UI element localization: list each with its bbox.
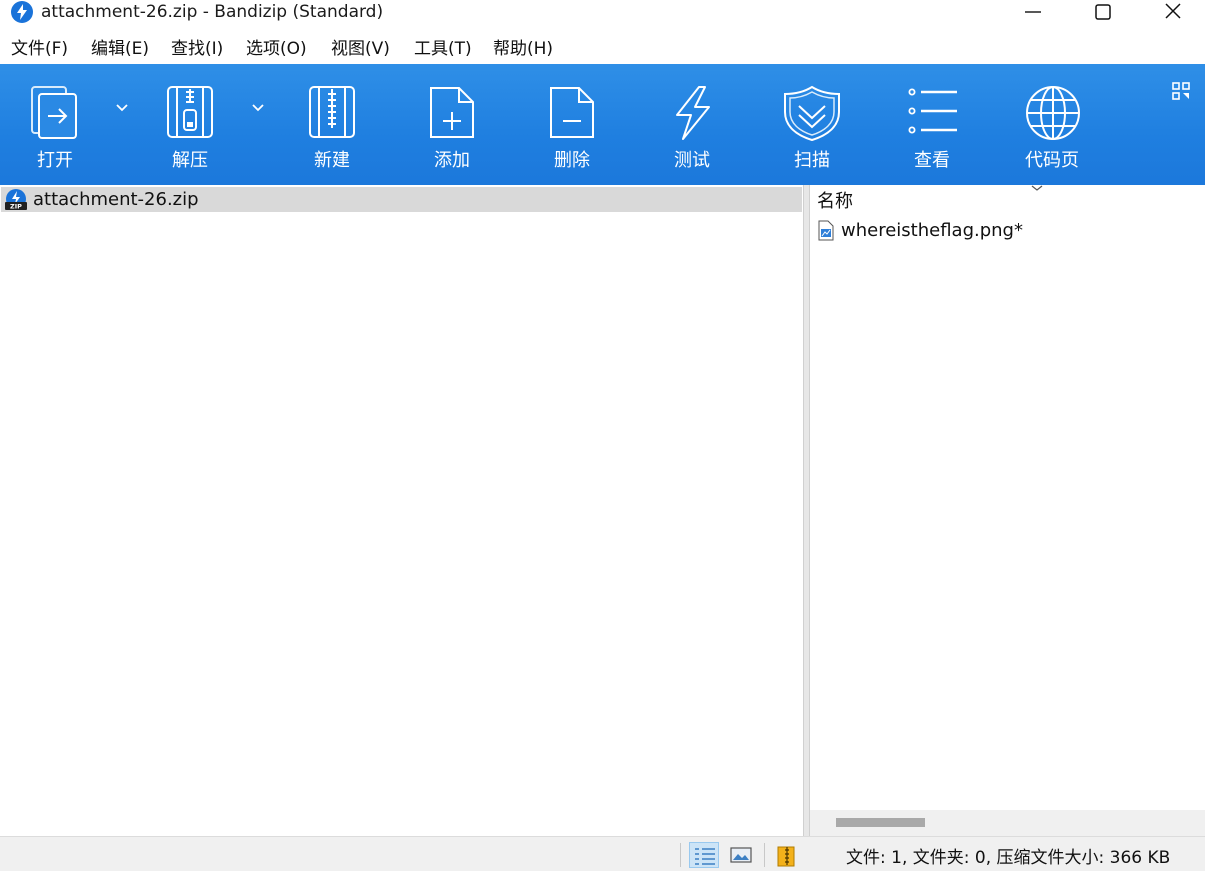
toolbar: 打开 解压 新建 添加 删除 测试 扫描 查看 代码页: [0, 64, 1205, 185]
new-archive-button[interactable]: 新建: [287, 64, 377, 185]
svg-text:ZIP: ZIP: [10, 203, 22, 211]
globe-icon: [1026, 86, 1080, 140]
menu-help[interactable]: 帮助(H): [493, 38, 553, 60]
open-button[interactable]: 打开: [10, 64, 100, 185]
menu-find[interactable]: 查找(I): [171, 38, 223, 60]
extract-icon: [167, 86, 213, 138]
test-button[interactable]: 测试: [647, 64, 737, 185]
status-separator: [680, 843, 681, 867]
tree-item-archive[interactable]: ZIP attachment-26.zip: [1, 187, 802, 212]
scrollbar-thumb[interactable]: [836, 818, 925, 827]
scan-shield-icon: [784, 85, 840, 142]
scan-label: 扫描: [794, 150, 830, 171]
zip-archive-icon: ZIP: [5, 189, 27, 211]
minimize-icon: [1025, 11, 1041, 13]
new-archive-icon: [309, 86, 355, 138]
status-separator: [764, 843, 765, 867]
file-list-pane: 名称 whereistheflag.png*: [810, 185, 1205, 836]
menu-bar: 文件(F) 编辑(E) 查找(I) 选项(O) 视图(V) 工具(T) 帮助(H…: [0, 34, 1205, 64]
test-label: 测试: [674, 150, 710, 171]
preview-view-button[interactable]: [726, 842, 756, 868]
menu-options[interactable]: 选项(O): [246, 38, 307, 60]
window-title: attachment-26.zip - Bandizip (Standard): [41, 2, 384, 22]
codepage-button[interactable]: 代码页: [1007, 64, 1097, 185]
preview-view-icon: [730, 847, 752, 863]
delete-icon: [550, 87, 594, 138]
new-archive-label: 新建: [314, 150, 350, 171]
title-bar: attachment-26.zip - Bandizip (Standard): [0, 0, 1205, 34]
extract-button[interactable]: 解压: [145, 64, 235, 185]
view-label: 查看: [914, 150, 950, 171]
extract-dropdown-chevron-icon[interactable]: [250, 102, 266, 114]
pane-splitter[interactable]: [803, 185, 810, 836]
codepage-label: 代码页: [1025, 150, 1079, 171]
delete-button[interactable]: 删除: [527, 64, 617, 185]
status-text: 文件: 1, 文件夹: 0, 压缩文件大小: 366 KB: [846, 848, 1171, 868]
image-file-icon: [818, 220, 834, 241]
archive-info-button[interactable]: [772, 842, 802, 868]
file-name: whereistheflag.png*: [841, 220, 1023, 241]
open-dropdown-chevron-icon[interactable]: [114, 102, 130, 114]
close-button[interactable]: [1138, 0, 1205, 24]
test-icon: [676, 86, 710, 140]
maximize-button[interactable]: [1068, 0, 1138, 24]
extract-label: 解压: [172, 150, 208, 171]
close-icon: [1165, 3, 1181, 19]
details-view-icon: [695, 848, 715, 865]
sort-chevron-down-icon[interactable]: [1029, 183, 1045, 195]
bandizip-app-icon: [11, 1, 33, 23]
menu-view[interactable]: 视图(V): [331, 38, 390, 60]
add-button[interactable]: 添加: [407, 64, 497, 185]
column-header-name[interactable]: 名称: [817, 191, 853, 213]
layout-grid-icon[interactable]: [1170, 80, 1192, 102]
details-view-button[interactable]: [689, 842, 719, 868]
view-button[interactable]: 查看: [887, 64, 977, 185]
scan-button[interactable]: 扫描: [767, 64, 857, 185]
archive-info-icon: [777, 846, 795, 867]
open-icon: [31, 86, 77, 139]
maximize-icon: [1095, 4, 1111, 20]
archive-tree-pane: ZIP attachment-26.zip: [0, 185, 803, 836]
add-icon: [430, 87, 474, 138]
horizontal-scrollbar[interactable]: [810, 810, 1205, 836]
menu-tools[interactable]: 工具(T): [414, 38, 472, 60]
open-label: 打开: [37, 150, 73, 171]
delete-label: 删除: [554, 150, 590, 171]
add-label: 添加: [434, 150, 470, 171]
status-bar: 文件: 1, 文件夹: 0, 压缩文件大小: 366 KB: [0, 836, 1205, 871]
menu-file[interactable]: 文件(F): [11, 38, 68, 60]
minimize-button[interactable]: [998, 0, 1068, 24]
view-list-icon: [908, 88, 957, 134]
menu-edit[interactable]: 编辑(E): [91, 38, 149, 60]
tree-item-label: attachment-26.zip: [33, 189, 199, 210]
